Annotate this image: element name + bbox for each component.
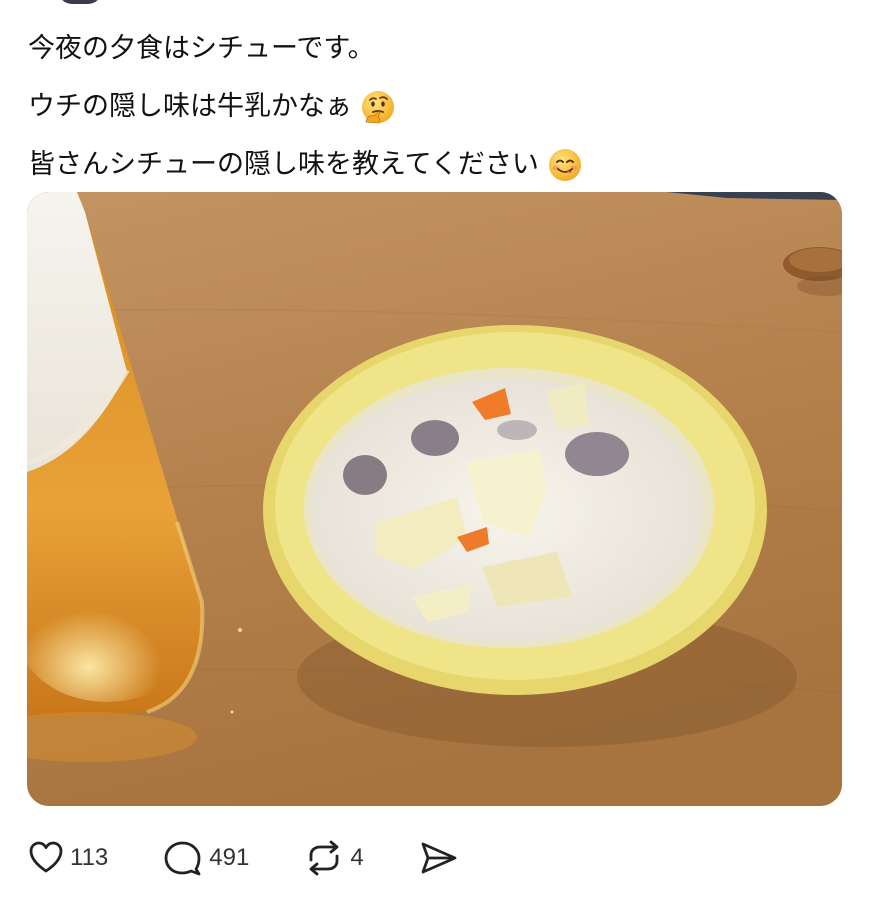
- post-line-3: 皆さんシチューの隠し味を教えてください: [28, 136, 850, 194]
- repost-icon: [309, 840, 339, 876]
- action-bar: 113 491 4: [28, 836, 514, 880]
- share-icon: [421, 842, 457, 874]
- heart-icon: [29, 841, 63, 873]
- thinking-face-icon: [362, 91, 394, 124]
- like-button[interactable]: 113: [28, 840, 108, 876]
- author-avatar[interactable]: [58, 0, 102, 4]
- repost-button[interactable]: 4: [304, 840, 364, 876]
- reply-icon: [164, 841, 201, 876]
- post-line-2: ウチの隠し味は牛乳かなぁ: [28, 78, 850, 136]
- post-photo[interactable]: [27, 192, 842, 806]
- reply-count: 491: [209, 844, 250, 871]
- reply-button[interactable]: 491: [163, 840, 249, 876]
- smiling-face-with-tongue-icon: [548, 149, 581, 181]
- repost-count: 4: [350, 844, 364, 871]
- share-button[interactable]: [419, 840, 459, 876]
- post-line-2-text: ウチの隠し味は牛乳かなぁ: [28, 91, 352, 122]
- post-text: 今夜の夕食はシチューです。 ウチの隠し味は牛乳かなぁ 皆さんシチューの隠し味を教…: [28, 20, 850, 194]
- stew-photo-image: [27, 192, 842, 806]
- post-line-1: 今夜の夕食はシチューです。: [28, 20, 850, 78]
- like-count: 113: [70, 844, 109, 871]
- post-line-3-text: 皆さんシチューの隠し味を教えてください: [28, 149, 539, 180]
- post-line-1-text: 今夜の夕食はシチューです。: [28, 33, 375, 64]
